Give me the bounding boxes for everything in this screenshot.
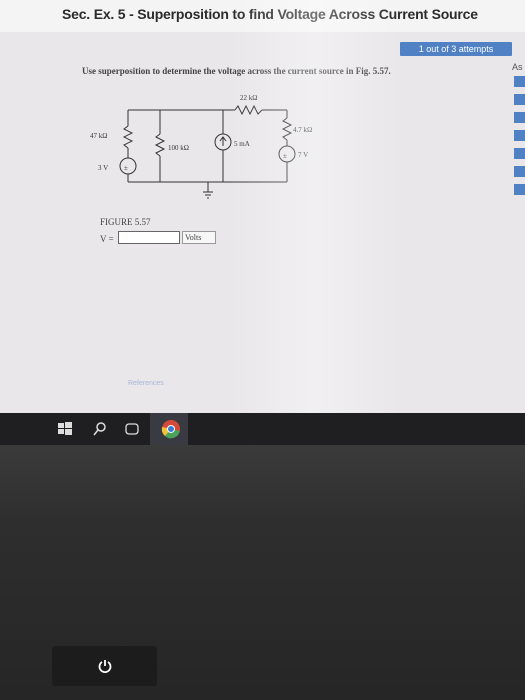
- label-r-right: 4.7 kΩ: [293, 126, 312, 134]
- current-arrow: [219, 136, 227, 146]
- windows-start-icon[interactable]: [57, 421, 73, 437]
- resistor-symbol: [281, 117, 293, 141]
- polarity-sign: ±: [124, 164, 128, 172]
- label-r-left: 47 kΩ: [90, 132, 107, 140]
- power-icon: [98, 660, 112, 673]
- answer-input[interactable]: [118, 231, 180, 244]
- side-label: As: [512, 62, 523, 72]
- side-tab[interactable]: [514, 112, 525, 123]
- voltage-source-symbol: [119, 157, 137, 175]
- browser-screen: Sec. Ex. 5 - Superposition to find Volta…: [0, 0, 525, 445]
- resistor-symbol: [154, 133, 166, 157]
- side-tab[interactable]: [514, 94, 525, 105]
- taskbar: [0, 413, 525, 445]
- units-label: Volts: [182, 231, 216, 244]
- voltage-source-symbol: [278, 145, 296, 163]
- label-r-mid: 100 kΩ: [168, 144, 189, 152]
- resistor-symbol: [122, 125, 134, 149]
- label-r-top: 22 kΩ: [240, 94, 257, 102]
- side-tab[interactable]: [514, 130, 525, 141]
- label-source-left: 3 V: [98, 164, 108, 172]
- task-view-icon[interactable]: [124, 421, 140, 437]
- circuit-diagram: ± ± 22 kΩ 47 kΩ 100 kΩ 4.7 kΩ 3 V 5 mA 7…: [90, 94, 312, 199]
- resistor-symbol: [234, 104, 263, 116]
- side-tab-strip: [514, 76, 525, 202]
- question-text: Use superposition to determine the volta…: [82, 66, 391, 76]
- side-tab[interactable]: [514, 166, 525, 177]
- label-current-source: 5 mA: [234, 140, 250, 148]
- header-bar: Sec. Ex. 5 - Superposition to find Volta…: [0, 0, 525, 32]
- figure-caption: FIGURE 5.57: [100, 217, 151, 227]
- polarity-sign: ±: [283, 152, 287, 160]
- side-tab[interactable]: [514, 76, 525, 87]
- power-button[interactable]: [52, 646, 157, 686]
- attempts-badge: 1 out of 3 attempts: [400, 42, 512, 56]
- answer-label: V =: [100, 234, 114, 244]
- references-link[interactable]: References: [128, 380, 164, 387]
- label-source-right: 7 V: [298, 151, 308, 159]
- side-tab[interactable]: [514, 148, 525, 159]
- chrome-icon[interactable]: [161, 419, 181, 439]
- ground-symbol: [203, 182, 213, 199]
- page-title: Sec. Ex. 5 - Superposition to find Volta…: [62, 6, 478, 22]
- side-tab[interactable]: [514, 184, 525, 195]
- search-icon[interactable]: [92, 421, 108, 437]
